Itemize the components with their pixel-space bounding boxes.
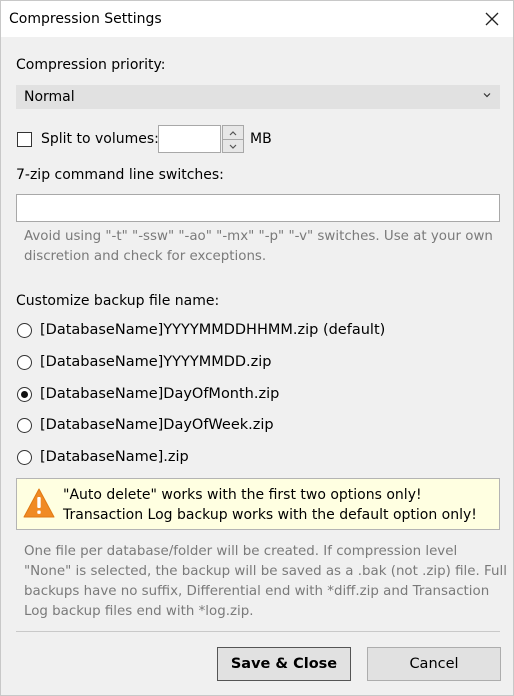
title-bar: Compression Settings <box>1 1 513 37</box>
radio-label: [DatabaseName]YYYYMMDD.zip <box>40 354 272 370</box>
close-icon <box>485 12 499 26</box>
radio-label: [DatabaseName]YYYYMMDDHHMM.zip (default) <box>40 322 386 338</box>
split-size-spinner <box>222 125 244 153</box>
switches-label: 7-zip command line switches: <box>16 167 224 183</box>
backup-name-option[interactable]: [DatabaseName]YYYYMMDDHHMM.zip (default) <box>17 320 385 340</box>
switches-hint-line: discretion and check for exceptions. <box>24 249 267 264</box>
warning-line: "Auto delete" works with the first two o… <box>63 487 422 503</box>
radio-button[interactable] <box>17 322 32 338</box>
warning-text: "Auto delete" works with the first two o… <box>63 485 477 525</box>
backup-name-option[interactable]: [DatabaseName]YYYYMMDD.zip <box>17 352 272 372</box>
warning-icon <box>23 488 55 518</box>
warning-box: "Auto delete" works with the first two o… <box>16 478 500 530</box>
backup-name-option[interactable]: [DatabaseName]DayOfWeek.zip <box>17 415 274 435</box>
split-volumes-label: Split to volumes: <box>41 131 159 147</box>
compression-priority-value: Normal <box>24 89 75 105</box>
spin-up-button[interactable] <box>223 126 243 140</box>
radio-label: [DatabaseName].zip <box>40 449 189 465</box>
switches-hint: Avoid using "-t" "-ssw" "-ao" "-mx" "-p"… <box>24 227 493 267</box>
split-unit-label: MB <box>250 131 272 147</box>
radio-label: [DatabaseName]DayOfWeek.zip <box>40 417 274 433</box>
radio-button-selected[interactable] <box>17 386 32 402</box>
compression-settings-dialog: Compression Settings Compression priorit… <box>0 0 514 696</box>
info-text: One file per database/folder will be cre… <box>24 542 507 622</box>
window-title: Compression Settings <box>9 11 162 27</box>
radio-label: [DatabaseName]DayOfMonth.zip <box>40 386 280 402</box>
save-close-button[interactable]: Save & Close <box>217 647 351 681</box>
radio-button[interactable] <box>17 417 32 433</box>
radio-button[interactable] <box>17 354 32 370</box>
info-line: One file per database/folder will be cre… <box>24 544 458 559</box>
close-button[interactable] <box>477 5 507 33</box>
backup-name-label: Customize backup file name: <box>16 293 220 309</box>
spin-down-button[interactable] <box>223 140 243 153</box>
radio-button[interactable] <box>17 449 32 465</box>
switches-hint-line: Avoid using "-t" "-ssw" "-ao" "-mx" "-p"… <box>24 229 493 244</box>
warning-line: Transaction Log backup works with the de… <box>63 507 477 523</box>
divider <box>16 631 500 632</box>
split-volumes-checkbox[interactable] <box>17 132 32 147</box>
chevron-down-icon <box>483 93 491 98</box>
chevron-up-icon <box>229 130 237 135</box>
backup-name-option[interactable]: [DatabaseName]DayOfMonth.zip <box>17 384 279 404</box>
chevron-down-icon <box>229 144 237 149</box>
info-line: Log backup files end with *log.zip. <box>24 604 254 619</box>
info-line: backups have no suffix, Differential end… <box>24 584 490 599</box>
backup-name-option[interactable]: [DatabaseName].zip <box>17 447 189 467</box>
compression-priority-select[interactable]: Normal <box>16 85 500 109</box>
info-line: "None" is selected, the backup will be s… <box>24 564 507 579</box>
split-size-input[interactable] <box>158 125 221 153</box>
switches-input[interactable] <box>16 194 500 222</box>
compression-priority-label: Compression priority: <box>16 57 166 73</box>
cancel-button[interactable]: Cancel <box>367 647 501 681</box>
